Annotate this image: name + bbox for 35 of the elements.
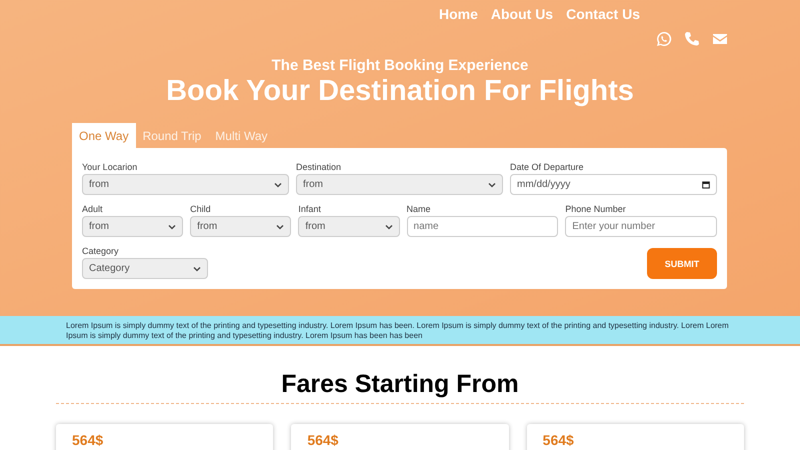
select-field[interactable]: from (82, 216, 184, 237)
field-label: Adult (82, 204, 104, 214)
caret-icon (276, 222, 284, 230)
select-field[interactable]: from (296, 174, 503, 195)
section-heading: Fares Starting From (56, 370, 744, 404)
select-field[interactable]: from (298, 216, 400, 237)
field-label: Name (406, 204, 432, 214)
caret-icon (274, 180, 282, 188)
caret-icon (488, 180, 496, 188)
fare-price: 564$ (307, 432, 338, 448)
caret-icon (193, 264, 201, 272)
fare-price: 564$ (72, 432, 104, 448)
notice-text: Lorem Ipsum is simply dummy text of the printing and typesetting industry. Lorem Ipsum has been. Lorem Ipsum is simply dummy text of the printing and typesetting industry. Lorem Lorem Ipsum is simply dummy text of the printing and typesetting industry. Lorem Ipsum has been has been (0, 316, 800, 346)
text-field[interactable]: Enter your number (565, 216, 718, 237)
mail-icon[interactable] (712, 31, 728, 47)
hero-subtitle: The Best Flight Booking Experience (270, 57, 530, 74)
select-field[interactable]: Category (82, 258, 208, 279)
chat-icon[interactable] (656, 31, 672, 47)
field-label: Your Locarion (82, 162, 138, 172)
field-label: Date Of Departure (510, 162, 585, 172)
field-label: Phone Number (565, 204, 627, 214)
caret-icon (384, 222, 393, 230)
hero-title: Book Your Destination For Flights (165, 74, 635, 108)
caret-icon (168, 222, 176, 230)
fare-price: 564$ (542, 432, 574, 448)
field-label: Child (190, 204, 212, 214)
select-field[interactable]: from (190, 216, 292, 237)
field-label: Destination (296, 162, 342, 172)
select-field[interactable]: from (82, 174, 289, 195)
field-label: Infant (298, 204, 322, 214)
calendar-icon (702, 180, 710, 188)
date-field[interactable]: mm/dd/yyyy (510, 174, 717, 195)
text-field[interactable]: name (406, 216, 558, 237)
phone-icon[interactable] (684, 31, 700, 47)
field-label: Category (82, 246, 120, 256)
